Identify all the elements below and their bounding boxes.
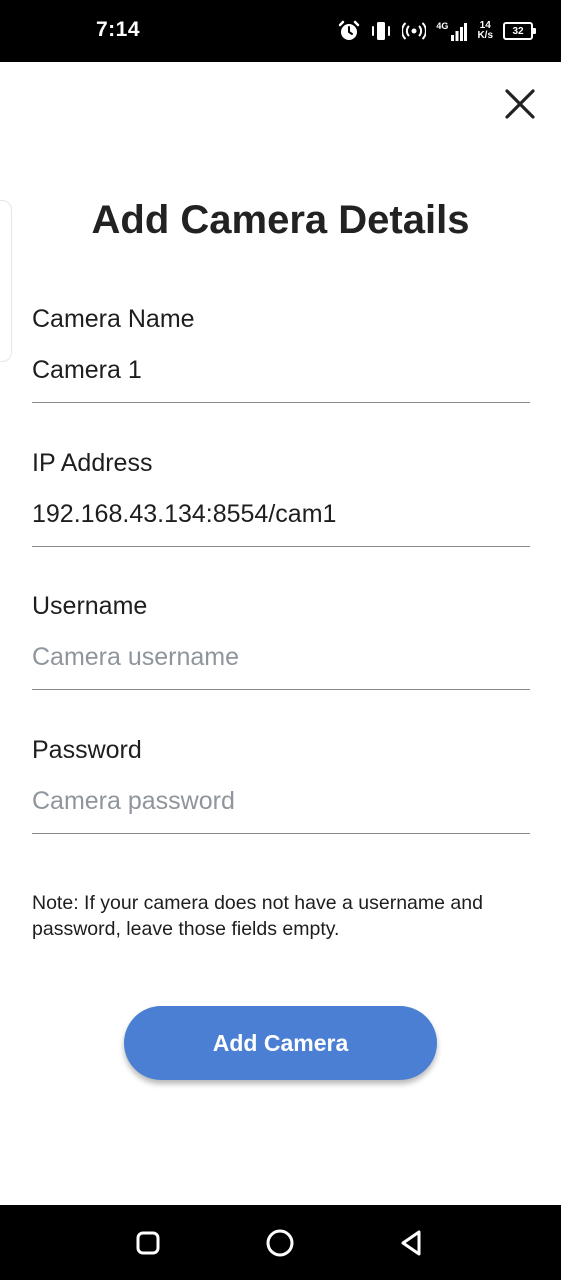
username-field: Username bbox=[32, 590, 530, 690]
camera-name-label: Camera Name bbox=[32, 305, 195, 333]
home-icon bbox=[266, 1229, 294, 1257]
network-type: 4G bbox=[436, 21, 449, 31]
password-label: Password bbox=[32, 736, 142, 764]
net-speed-unit: K/s bbox=[477, 30, 493, 41]
navigation-bar bbox=[0, 1205, 561, 1280]
vibrate-icon bbox=[370, 20, 392, 42]
battery-icon: 32 bbox=[503, 22, 536, 40]
ip-address-input[interactable] bbox=[32, 497, 530, 547]
page-title: Add Camera Details bbox=[91, 198, 470, 242]
net-speed: 14 K/s bbox=[477, 21, 493, 41]
back-icon bbox=[401, 1230, 421, 1256]
signal-icon: 4G bbox=[436, 21, 468, 41]
credentials-note: Note: If your camera does not have a use… bbox=[32, 892, 483, 940]
ip-address-label: IP Address bbox=[32, 449, 153, 477]
back-button[interactable] bbox=[392, 1223, 432, 1263]
status-icons: 4G 14 K/s 32 bbox=[338, 16, 536, 46]
hotspot-icon bbox=[402, 20, 427, 42]
camera-name-input[interactable] bbox=[32, 353, 530, 403]
recents-icon bbox=[136, 1231, 160, 1255]
status-time: 7:14 bbox=[96, 18, 141, 41]
username-label: Username bbox=[32, 592, 148, 620]
camera-name-field: Camera Name bbox=[32, 303, 530, 403]
close-icon bbox=[505, 89, 535, 119]
status-bar: 7:14 4G 14 K/s 32 bbox=[0, 0, 561, 62]
username-input[interactable] bbox=[32, 640, 530, 690]
close-button[interactable] bbox=[498, 82, 542, 126]
alarm-icon bbox=[338, 20, 360, 42]
add-camera-button[interactable]: Add Camera bbox=[124, 1006, 437, 1080]
password-field: Password bbox=[32, 734, 530, 834]
battery-level: 32 bbox=[512, 25, 524, 37]
recents-button[interactable] bbox=[128, 1223, 168, 1263]
password-input[interactable] bbox=[32, 784, 530, 834]
ip-address-field: IP Address bbox=[32, 447, 530, 547]
home-button[interactable] bbox=[260, 1223, 300, 1263]
